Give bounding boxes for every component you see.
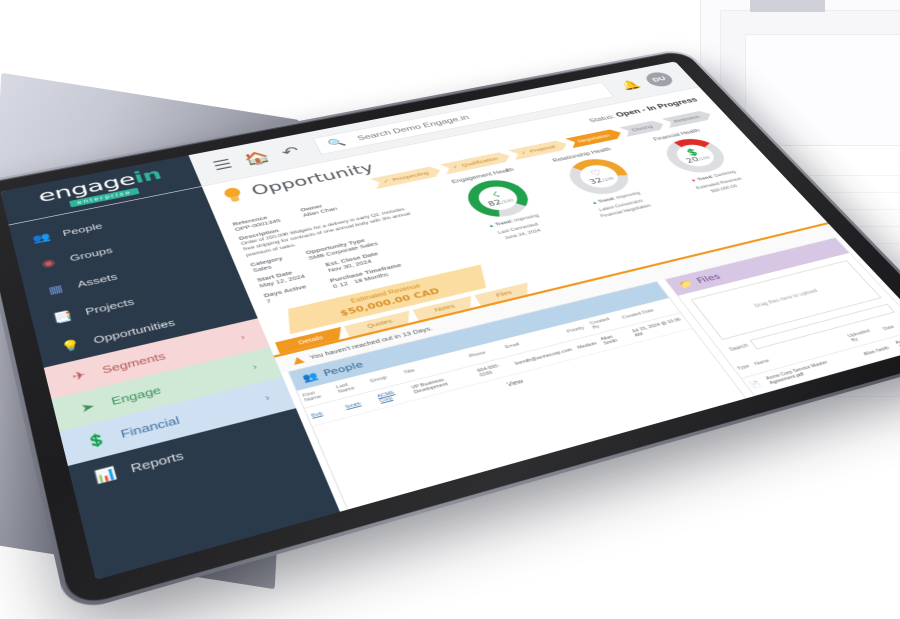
tab-notes[interactable]: Notes [412, 296, 477, 321]
cell-priority: Medium [569, 334, 606, 358]
col-date: Date [874, 314, 900, 339]
home-icon[interactable]: 🏠 [241, 149, 272, 167]
col-title: Title [396, 349, 471, 383]
brand-name-accent: in [131, 164, 164, 187]
cell-email: bsmith@acmecorp.com [507, 340, 581, 374]
chevron-right-icon: › [263, 392, 272, 403]
col-line-total: Line Total [881, 395, 900, 428]
panel-title: Files [694, 271, 723, 286]
cell-phone: 604-555-0155 [470, 356, 518, 383]
search-icon: 🔍 [326, 137, 348, 149]
alert-text: You haven't reached out in 13 Days. [308, 324, 434, 361]
financial-icon: 💲 [84, 430, 109, 450]
status-label: Status: [587, 113, 618, 125]
check-icon: ✓ [381, 178, 391, 185]
people-icon: 👥 [300, 370, 320, 384]
col-last-name: Last Name [330, 374, 372, 400]
hamburger-icon[interactable]: ☰ [211, 156, 235, 173]
tab-details[interactable]: Details [275, 327, 346, 354]
col-first-name: First Name [296, 382, 339, 409]
col-discount: Discount [820, 414, 893, 446]
col-unit-price: Unit Price [752, 432, 832, 466]
cell-group[interactable]: ACME Corp [376, 390, 395, 403]
files-icon: 📁 [676, 278, 696, 290]
col-email: Email [497, 325, 570, 357]
warning-icon [291, 355, 305, 365]
files-search-label: Search [728, 343, 750, 353]
col-description: Description [608, 470, 700, 510]
stage-label: Proposal [528, 144, 557, 154]
segments-icon: ✈ [70, 367, 88, 384]
table-header-row: First Name Last Name Group Title Phone E… [296, 297, 680, 409]
people-panel-header: 👥 People [288, 281, 669, 391]
engage-icon: ➤ [79, 399, 97, 415]
field-category: Category Sales [249, 255, 286, 273]
col-phone: Phone [461, 340, 508, 366]
chevron-right-icon: › [251, 361, 259, 372]
tablet-scene: engagein enterprise ☰ 🏠 ↶ 🔍 🔔 DU [0, 0, 900, 615]
tab-files[interactable]: Files [474, 282, 534, 305]
gauge-score: 82/100 [486, 198, 515, 209]
table-row[interactable]: Bob Smith ACME Corp VP Business Developm… [304, 312, 692, 427]
refresh-icon[interactable]: ↶ [279, 144, 302, 161]
col-name: Name [746, 331, 855, 374]
files-search-input[interactable] [749, 303, 895, 350]
revenue-label: Estimated Revenue [349, 282, 422, 305]
check-icon: ✓ [519, 149, 529, 156]
reports-icon: 📊 [93, 465, 119, 485]
stage-label: Closing [630, 123, 655, 133]
cell-created-date: Jul 15, 2024 @ 10:36 AM [625, 312, 692, 343]
people-table: First Name Last Name Group Title Phone E… [296, 297, 692, 427]
col-priority: Priority [559, 319, 595, 341]
col-created-date: Created Date [614, 297, 680, 327]
field-label: Category [249, 255, 284, 268]
bell-icon[interactable]: 🔔 [618, 79, 643, 92]
chevron-right-icon: › [239, 332, 247, 343]
col-uploaded-by: Uploaded By [840, 322, 889, 348]
revenue-value: $50,000.00 CAD [338, 286, 442, 318]
gauge-score: 32/100 [587, 176, 616, 186]
tab-quotes[interactable]: Quotes [344, 310, 415, 337]
col-quantity: Quantity [690, 452, 763, 485]
col-product-name: Product Name [503, 494, 618, 513]
cell-first-name[interactable]: Bob [311, 411, 324, 418]
col-group: Group [362, 365, 406, 392]
check-icon: ✓ [451, 163, 460, 170]
cell-title: VP Business Development [405, 365, 481, 400]
